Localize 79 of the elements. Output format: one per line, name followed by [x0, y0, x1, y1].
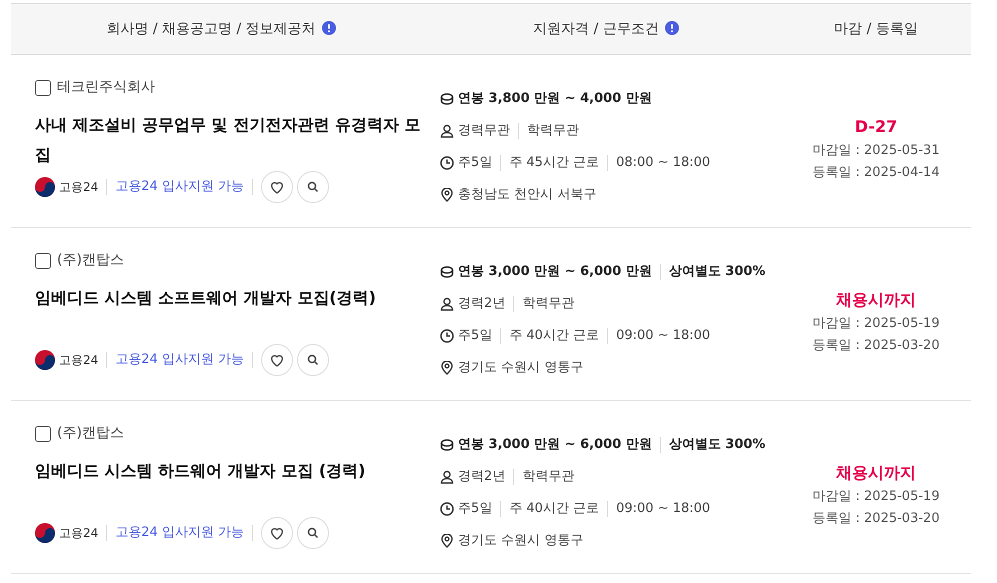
emblem-icon	[35, 523, 55, 543]
search-icon	[307, 354, 320, 366]
salary-text: 연봉 3,800 만원 ~ 4,000 만원	[458, 90, 652, 108]
deadline-date: 마감일 : 2025-05-19	[812, 488, 940, 506]
location-text: 충청남도 천안시 서북구	[458, 186, 596, 204]
info-icon	[322, 20, 336, 34]
heart-icon	[269, 525, 286, 541]
coin-icon	[440, 92, 454, 106]
source-label: 고용24	[59, 179, 98, 196]
clock-icon	[440, 328, 454, 342]
checkbox[interactable]	[35, 80, 51, 96]
qualification-text: 학력무관	[527, 122, 579, 140]
qualification-text: 경력2년	[458, 468, 506, 486]
source-label: 고용24	[59, 525, 98, 542]
registration-date: 등록일 : 2025-03-20	[812, 337, 940, 355]
work-condition-text: 주 40시간 근로	[509, 500, 600, 518]
heart-icon	[269, 352, 286, 368]
deadline-label: 채용시까지	[836, 289, 916, 311]
favorite-button[interactable]	[261, 517, 294, 549]
salary-text: 연봉 3,000 만원 ~ 6,000 만원	[458, 262, 652, 281]
column-header: 마감 / 등록일	[834, 20, 918, 36]
person-icon	[440, 470, 454, 484]
work-condition-text: 주5일	[458, 154, 492, 172]
registration-date: 등록일 : 2025-03-20	[812, 510, 940, 528]
info-icon	[664, 20, 679, 34]
work-condition-text: 주 45시간 근로	[509, 154, 600, 172]
deadline-label: 채용시까지	[836, 462, 916, 484]
coin-icon	[440, 264, 454, 278]
job-title[interactable]: 임베디드 시스템 소프트웨어 개발자 모집(경력)	[35, 283, 425, 313]
qualification-text: 경력무관	[458, 122, 510, 140]
location-pin-icon	[440, 534, 454, 548]
company-name[interactable]: (주)캔탑스	[57, 250, 124, 271]
location-pin-icon	[440, 360, 454, 374]
person-icon	[440, 124, 454, 138]
emblem-icon	[35, 177, 55, 197]
company-name[interactable]: 테크린주식회사	[57, 77, 155, 98]
search-button[interactable]	[297, 517, 330, 549]
work-condition-text: 주 40시간 근로	[509, 326, 600, 345]
heart-icon	[269, 179, 286, 195]
emblem-icon	[35, 350, 55, 370]
qualification-text: 경력2년	[458, 294, 506, 313]
checkbox[interactable]	[35, 426, 51, 442]
qualification-text: 학력무관	[522, 294, 574, 313]
apply-link[interactable]: 고용24 입사지원 가능	[115, 350, 244, 370]
apply-link[interactable]: 고용24 입사지원 가능	[115, 177, 244, 197]
favorite-button[interactable]	[261, 344, 294, 376]
salary-text: 연봉 3,000 만원 ~ 6,000 만원	[458, 436, 652, 454]
deadline-date: 마감일 : 2025-05-19	[812, 315, 940, 333]
salary-text: 상여별도 300%	[668, 262, 766, 281]
column-header: 지원자격 / 근무조건	[533, 20, 659, 36]
person-icon	[440, 296, 454, 310]
coin-icon	[440, 438, 454, 452]
registration-date: 등록일 : 2025-04-14	[812, 164, 940, 182]
clock-icon	[440, 502, 454, 516]
work-condition-text: 09:00 ~ 18:00	[616, 326, 710, 345]
deadline-label: D-27	[854, 116, 898, 138]
favorite-button[interactable]	[261, 171, 294, 203]
location-text: 경기도 수원시 영통구	[458, 358, 584, 377]
job-title[interactable]: 임베디드 시스템 하드웨어 개발자 모집 (경력)	[35, 456, 425, 486]
company-name[interactable]: (주)캔탑스	[57, 423, 124, 444]
column-header: 회사명 / 채용공고명 / 정보제공처	[106, 20, 316, 36]
search-button[interactable]	[297, 344, 330, 376]
work-condition-text: 08:00 ~ 18:00	[616, 154, 710, 172]
work-condition-text: 주5일	[458, 500, 492, 518]
salary-text: 상여별도 300%	[668, 436, 766, 454]
search-button[interactable]	[297, 171, 330, 203]
qualification-text: 학력무관	[522, 468, 574, 486]
work-condition-text: 09:00 ~ 18:00	[616, 500, 710, 518]
search-icon	[307, 181, 320, 193]
clock-icon	[440, 156, 454, 170]
location-text: 경기도 수원시 영통구	[458, 532, 584, 550]
apply-link[interactable]: 고용24 입사지원 가능	[115, 523, 244, 543]
search-icon	[307, 527, 320, 539]
deadline-date: 마감일 : 2025-05-31	[812, 142, 940, 160]
source-label: 고용24	[59, 352, 98, 369]
work-condition-text: 주5일	[458, 326, 492, 345]
checkbox[interactable]	[35, 252, 51, 268]
job-title[interactable]: 사내 제조설비 공무업무 및 전기전자관련 유경력자 모집	[35, 110, 425, 170]
location-pin-icon	[440, 188, 454, 202]
